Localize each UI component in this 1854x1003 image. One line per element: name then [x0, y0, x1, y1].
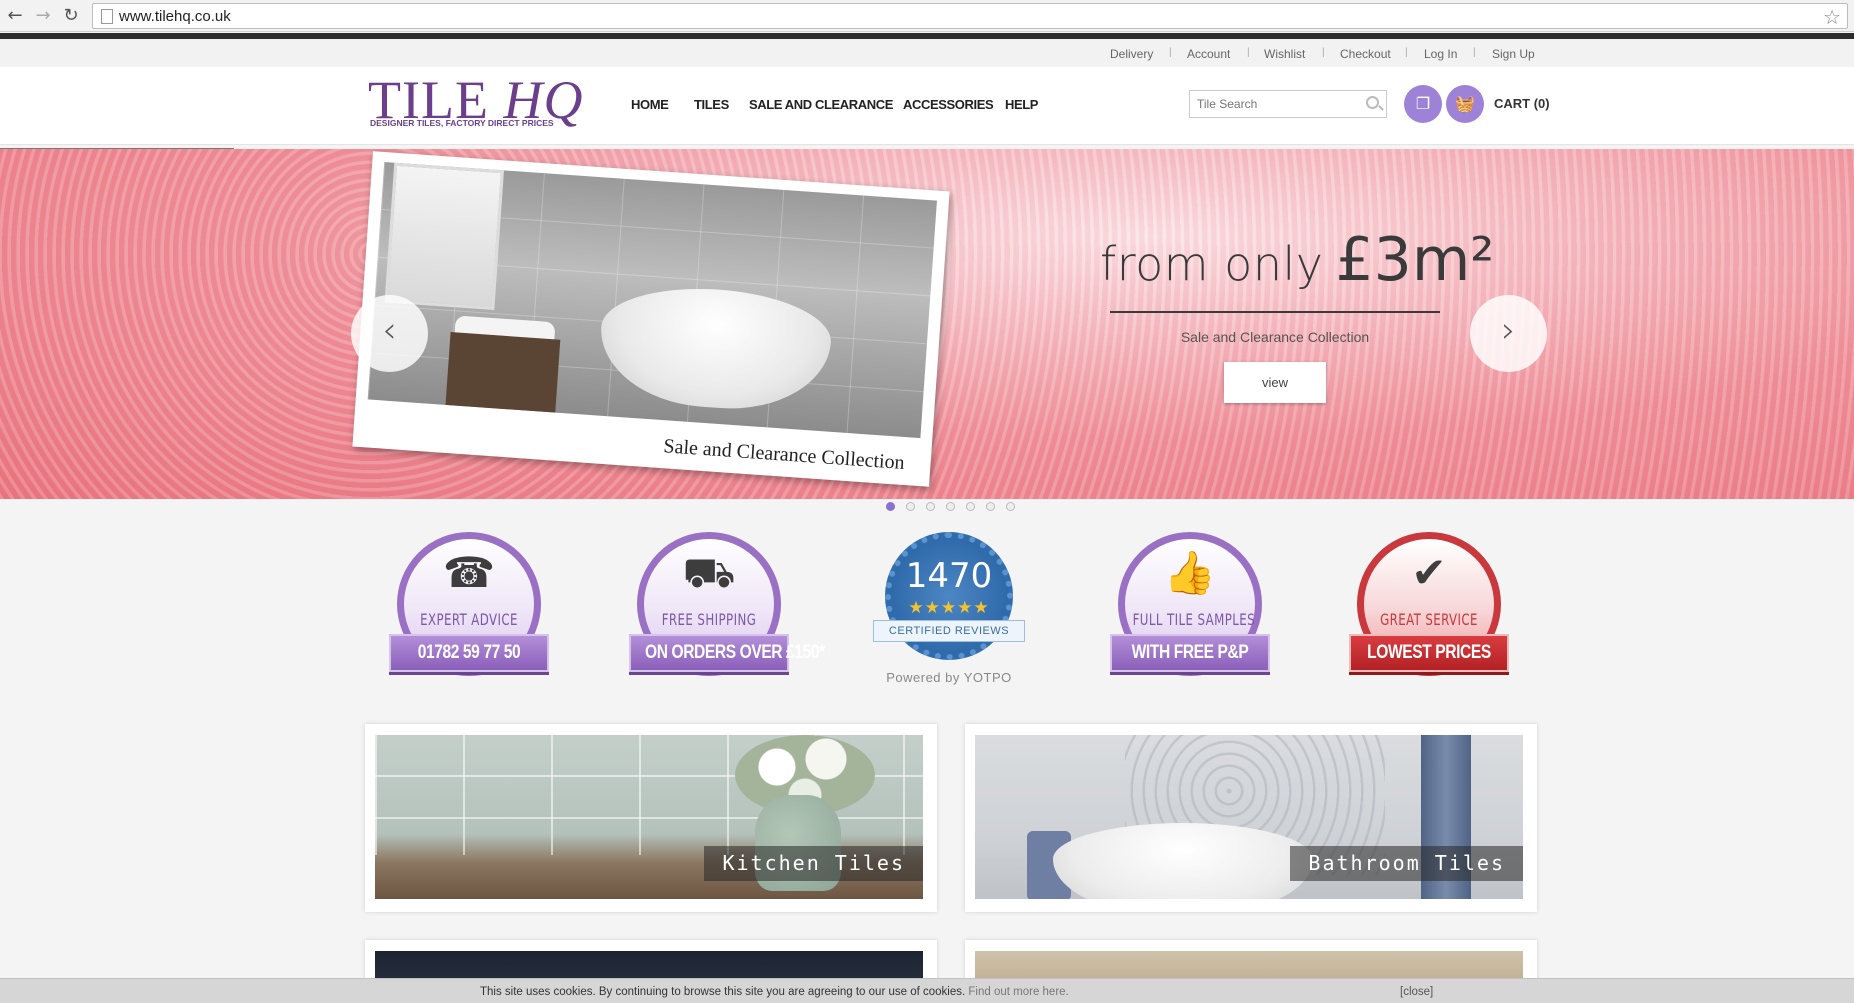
url-text[interactable]: www.tilehq.co.uk	[119, 8, 231, 25]
basket-button[interactable]: 🧺	[1446, 85, 1484, 123]
slider-next-button[interactable]: ›	[1470, 295, 1547, 372]
photo-stool	[445, 332, 561, 415]
badge-ribbon: ON ORDERS OVER £150*	[629, 634, 825, 672]
certified-reviews-label: CERTIFIED REVIEWS	[873, 620, 1025, 642]
wishlist-button[interactable]: ❐	[1404, 85, 1442, 123]
cookie-message: This site uses cookies. By continuing to…	[480, 986, 1069, 998]
logo-tagline: DESIGNER TILES, FACTORY DIRECT PRICES	[370, 118, 554, 128]
category-card-bathroom[interactable]: Bathroom Tiles	[965, 724, 1537, 912]
nav-sale-and-clearance[interactable]: SALE AND CLEARANCE	[749, 97, 893, 112]
badge-expert-advice[interactable]: ☎ EXPERT ADVICE 01782 59 77 50	[389, 530, 549, 685]
slider-dots	[882, 502, 1022, 514]
badge-ribbon-text: WITH FREE P&P	[1131, 642, 1249, 663]
badge-title: EXPERT ADVICE	[420, 610, 518, 629]
photo-window	[384, 162, 505, 311]
page-icon	[101, 9, 113, 24]
documents-icon: ❐	[1415, 94, 1431, 113]
badge-full-tile-samples[interactable]: 👍 FULL TILE SAMPLES WITH FREE P&P	[1110, 530, 1270, 685]
headline-prefix: from only	[1100, 237, 1324, 291]
badge-ribbon-text: 01782 59 77 50	[417, 642, 521, 663]
cart-link[interactable]: CART (0)	[1494, 96, 1550, 111]
slider-dot[interactable]	[946, 502, 955, 511]
review-count: 1470	[905, 556, 993, 596]
wishlist-link[interactable]: Wishlist	[1264, 47, 1305, 61]
slider-dot[interactable]	[886, 502, 895, 511]
headline-price: £3m²	[1335, 225, 1495, 295]
separator: |	[1405, 47, 1408, 58]
delivery-link[interactable]: Delivery	[1110, 47, 1153, 61]
category-card-kitchen[interactable]: Kitchen Tiles	[365, 724, 937, 912]
chevron-left-icon: ‹	[382, 310, 397, 351]
bathroom-tub	[1053, 823, 1313, 899]
chevron-right-icon: ›	[1501, 310, 1516, 351]
search-input[interactable]	[1190, 91, 1355, 117]
search-icon[interactable]	[1366, 96, 1379, 109]
account-link[interactable]: Account	[1187, 47, 1230, 61]
basket-icon: 🧺	[1455, 94, 1475, 113]
powered-by-yotpo: Powered by YOTPO	[886, 670, 1012, 685]
cookie-more-link[interactable]: Find out more here.	[968, 986, 1068, 998]
hero-subtitle: Sale and Clearance Collection	[1180, 329, 1370, 345]
truck-icon: ⛟	[682, 548, 736, 597]
star-rating-icon: ★★★★★	[908, 598, 990, 618]
slider-dot[interactable]	[906, 502, 915, 511]
nav-accessories[interactable]: ACCESSORIES	[903, 97, 994, 112]
badge-great-service[interactable]: ✔ GREAT SERVICE LOWEST PRICES	[1349, 530, 1509, 685]
yotpo-reviews-seal[interactable]: 1470 ★★★★★ CERTIFIED REVIEWS Powered by …	[873, 528, 1025, 688]
bookmark-star-icon[interactable]: ☆	[1823, 5, 1841, 29]
bathroom-photo: Bathroom Tiles	[975, 735, 1523, 899]
badge-ribbon-text: LOWEST PRICES	[1367, 642, 1491, 663]
slider-dot[interactable]	[1006, 502, 1015, 511]
address-bar[interactable]: www.tilehq.co.uk ☆	[92, 3, 1848, 29]
bathroom-photo	[367, 162, 937, 439]
separator: |	[1322, 47, 1325, 58]
badge-ribbon: LOWEST PRICES	[1349, 634, 1509, 672]
checkout-link[interactable]: Checkout	[1340, 47, 1391, 61]
reload-icon[interactable]: ↻	[60, 5, 82, 27]
browser-toolbar: ← → ↻ www.tilehq.co.uk ☆	[0, 0, 1854, 32]
hero-divider	[1110, 311, 1440, 313]
hero-view-button[interactable]: view	[1224, 362, 1326, 403]
category-label: Bathroom Tiles	[1290, 846, 1523, 881]
hero-slider: Sale and Clearance Collection ‹ › from o…	[0, 149, 1854, 499]
cookie-notice: This site uses cookies. By continuing to…	[0, 978, 1854, 1003]
signup-link[interactable]: Sign Up	[1492, 47, 1535, 61]
badge-ribbon-text: ON ORDERS OVER £150*	[645, 642, 825, 663]
nav-tiles[interactable]: TILES	[694, 97, 729, 112]
hero-photo[interactable]: Sale and Clearance Collection	[352, 151, 950, 487]
phone-icon: ☎	[442, 548, 496, 597]
utility-links: Delivery | Account | Wishlist | Checkout…	[0, 39, 1854, 67]
forward-icon[interactable]: →	[32, 5, 54, 27]
login-link[interactable]: Log In	[1424, 47, 1457, 61]
cookie-message-text: This site uses cookies. By continuing to…	[480, 986, 966, 998]
back-icon[interactable]: ←	[4, 5, 26, 27]
category-label: Kitchen Tiles	[704, 846, 923, 881]
badge-ribbon: WITH FREE P&P	[1110, 634, 1270, 672]
cookie-close-button[interactable]: [close]	[1400, 986, 1433, 998]
hero-headline: from only £3m²	[1100, 225, 1494, 295]
checkmark-icon: ✔	[1411, 548, 1447, 597]
slider-dot[interactable]	[966, 502, 975, 511]
slider-dot[interactable]	[986, 502, 995, 511]
slider-prev-button[interactable]: ‹	[351, 295, 428, 372]
photo-caption: Sale and Clearance Collection	[662, 435, 906, 475]
badge-free-shipping[interactable]: ⛟ FREE SHIPPING ON ORDERS OVER £150*	[629, 530, 825, 685]
tile-search	[1189, 90, 1387, 118]
badge-ribbon: 01782 59 77 50	[389, 634, 549, 672]
nav-help[interactable]: HELP	[1005, 97, 1038, 112]
slider-dot[interactable]	[926, 502, 935, 511]
separator: |	[1473, 47, 1476, 58]
site-logo[interactable]: TILE HQ DESIGNER TILES, FACTORY DIRECT P…	[368, 69, 588, 131]
badge-title: FREE SHIPPING	[661, 610, 757, 629]
thumbs-up-icon: 👍	[1163, 548, 1217, 597]
kitchen-photo: Kitchen Tiles	[375, 735, 923, 899]
badge-title: GREAT SERVICE	[1380, 610, 1478, 629]
separator: |	[1169, 47, 1172, 58]
site-header: TILE HQ DESIGNER TILES, FACTORY DIRECT P…	[0, 67, 1854, 145]
separator: |	[1247, 47, 1250, 58]
nav-home[interactable]: HOME	[631, 97, 669, 112]
badge-title: FULL TILE SAMPLES	[1132, 610, 1255, 629]
